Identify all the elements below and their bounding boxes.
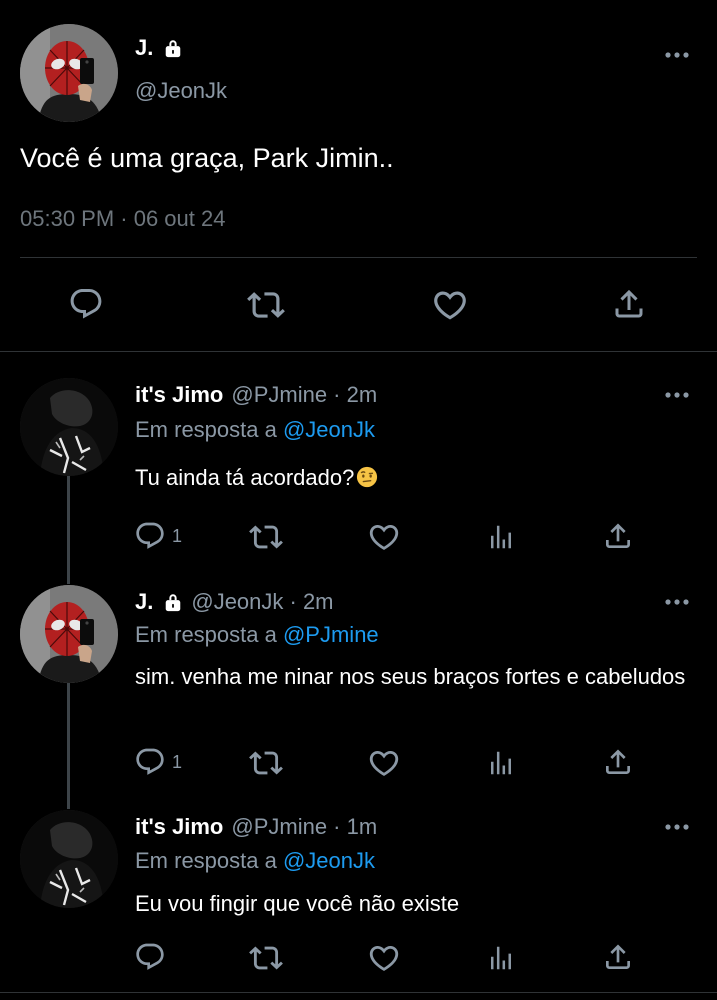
share-button[interactable] [611, 286, 647, 322]
jimo-avatar-image [20, 810, 118, 908]
tweet-text: Você é uma graça, Park Jimin.. [20, 143, 394, 173]
like-icon [367, 941, 401, 975]
tweet-timestamp[interactable]: 05:30 PM · 06 out 24 [20, 206, 225, 232]
more-icon[interactable] [664, 390, 690, 400]
views-icon [486, 522, 516, 552]
reply-text: sim. venha me ninar nos seus braços fort… [135, 664, 686, 689]
spiderman-avatar-image [20, 24, 118, 122]
views-icon [486, 943, 516, 973]
lock-icon [163, 38, 183, 58]
share-button[interactable] [602, 941, 634, 973]
views-button[interactable] [486, 748, 516, 778]
retweet-button[interactable] [249, 746, 283, 780]
mention-link[interactable]: @JeonJk [283, 417, 375, 442]
section-divider [0, 992, 717, 993]
retweet-button[interactable] [249, 941, 283, 975]
reply-button[interactable]: 1 [134, 520, 182, 552]
like-icon [431, 286, 469, 324]
retweet-icon [249, 746, 283, 780]
like-button[interactable] [367, 520, 401, 554]
reply-tweet[interactable]: J. @JeonJk · 2m Em resposta a @PJmine si… [0, 585, 717, 805]
retweet-icon [249, 941, 283, 975]
display-name[interactable]: it's Jimo [135, 814, 223, 840]
reply-header: it's Jimo @PJmine · 1m [135, 814, 377, 840]
reply-context: Em resposta a @JeonJk [135, 848, 375, 874]
spiderman-avatar-image [20, 585, 118, 683]
reply-prefix: Em resposta a [135, 622, 277, 647]
more-icon[interactable] [664, 50, 690, 60]
main-tweet: J. @JeonJk Você é uma graça, Park Jimin.… [0, 0, 717, 352]
share-icon [611, 286, 647, 322]
retweet-icon [247, 286, 285, 324]
section-divider [0, 351, 717, 352]
reply-button[interactable]: 1 [134, 746, 182, 778]
author-name[interactable]: J. [135, 35, 183, 61]
tweet-thread-screen: J. @JeonJk Você é uma graça, Park Jimin.… [0, 0, 717, 1000]
share-button[interactable] [602, 520, 634, 552]
retweet-button[interactable] [249, 520, 283, 554]
reply-header: it's Jimo @PJmine · 2m [135, 382, 377, 408]
more-icon[interactable] [664, 597, 690, 607]
reply-tweet[interactable]: it's Jimo @PJmine · 2m Em resposta a @Je… [0, 378, 717, 576]
reply-text: Tu ainda tá acordado? [135, 462, 695, 493]
reply-prefix: Em resposta a [135, 848, 277, 873]
avatar[interactable] [20, 810, 118, 908]
display-name[interactable]: it's Jimo [135, 382, 223, 408]
jimo-avatar-image [20, 378, 118, 476]
like-button[interactable] [367, 941, 401, 975]
handle-time[interactable]: @PJmine · 2m [231, 382, 377, 408]
share-icon [602, 941, 634, 973]
reply-icon [134, 941, 166, 973]
share-icon [602, 746, 634, 778]
like-icon [367, 746, 401, 780]
mention-link[interactable]: @JeonJk [283, 848, 375, 873]
share-button[interactable] [602, 746, 634, 778]
like-button[interactable] [431, 286, 469, 324]
share-icon [602, 520, 634, 552]
reply-text: Eu vou fingir que você não existe [135, 891, 460, 916]
retweet-button[interactable] [247, 286, 285, 324]
views-button[interactable] [486, 522, 516, 552]
face-with-raised-eyebrow-icon [357, 466, 378, 488]
display-name[interactable]: J. [135, 35, 153, 61]
reply-context: Em resposta a @JeonJk [135, 417, 375, 443]
reply-tweet[interactable]: it's Jimo @PJmine · 1m Em resposta a @Je… [0, 810, 717, 990]
mention-link[interactable]: @PJmine [283, 622, 379, 647]
reply-prefix: Em resposta a [135, 417, 277, 442]
lock-icon [163, 592, 183, 612]
handle-time[interactable]: @JeonJk · 2m [191, 589, 333, 615]
retweet-icon [249, 520, 283, 554]
reply-button[interactable] [134, 941, 172, 973]
avatar[interactable] [20, 378, 118, 476]
handle-time[interactable]: @PJmine · 1m [231, 814, 377, 840]
display-name[interactable]: J. [135, 589, 153, 615]
divider [20, 257, 697, 258]
reply-button[interactable] [68, 286, 104, 322]
author-handle[interactable]: @JeonJk [135, 78, 227, 104]
reply-context: Em resposta a @PJmine [135, 622, 379, 648]
reply-icon [134, 746, 166, 778]
reply-count: 1 [172, 751, 183, 772]
avatar[interactable] [20, 585, 118, 683]
reply-text-content: Tu ainda tá acordado? [135, 465, 355, 490]
more-icon[interactable] [664, 822, 690, 832]
reply-count: 1 [172, 525, 183, 546]
views-icon [486, 748, 516, 778]
reply-icon [68, 286, 104, 322]
reply-header: J. @JeonJk · 2m [135, 589, 334, 615]
views-button[interactable] [486, 943, 516, 973]
avatar[interactable] [20, 24, 118, 122]
like-icon [367, 520, 401, 554]
like-button[interactable] [367, 746, 401, 780]
reply-icon [134, 520, 166, 552]
